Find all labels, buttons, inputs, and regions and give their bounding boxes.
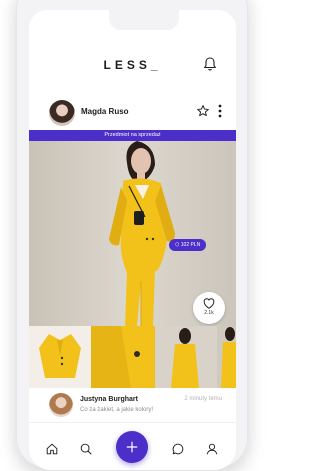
author-name[interactable]: Magda Ruso	[81, 107, 129, 116]
add-icon	[126, 441, 138, 453]
thumbnail-model[interactable]	[155, 326, 217, 388]
comment-text: Co za żakiet, a jakie kolory!	[80, 407, 154, 413]
like-count: 2.1k	[204, 310, 214, 316]
profile-icon[interactable]	[205, 442, 219, 456]
photo-thumbnails	[29, 326, 236, 388]
bell-icon[interactable]	[202, 56, 218, 72]
price-value: 102 PLN	[180, 242, 201, 248]
home-icon[interactable]	[45, 442, 59, 456]
star-icon[interactable]	[196, 104, 210, 118]
model-image	[155, 326, 217, 388]
app-header: LESS_	[29, 50, 236, 80]
for-sale-banner: Przedmiot na sprzedaż	[29, 130, 236, 141]
author-avatar[interactable]	[49, 100, 75, 126]
app-screen: LESS_ Magda Ruso Przedmiot na sprzedaż ⬡…	[29, 10, 236, 470]
commenter-name[interactable]: Justyna Burghart	[80, 396, 138, 403]
comment-row: Justyna Burghart 2 minuty temu Co za żak…	[29, 390, 236, 422]
commenter-avatar[interactable]	[49, 393, 73, 417]
thumbnail-detail[interactable]	[91, 326, 155, 388]
like-button[interactable]: 2.1k	[193, 292, 225, 324]
jacket-image	[39, 334, 81, 378]
thumbnail-jacket[interactable]	[29, 326, 91, 388]
more-options-icon[interactable]	[218, 104, 222, 118]
bottom-navigation	[29, 422, 236, 470]
thumbnail-side[interactable]	[217, 326, 236, 388]
add-button[interactable]	[116, 431, 148, 463]
post-author-bar: Magda Ruso	[29, 98, 236, 128]
detail-image	[91, 326, 155, 388]
chat-icon[interactable]	[171, 442, 185, 456]
heart-icon	[203, 298, 215, 309]
phone-notch	[109, 10, 179, 30]
comment-time: 2 minuty temu	[184, 396, 222, 402]
side-image	[217, 326, 236, 388]
search-icon[interactable]	[79, 442, 93, 456]
price-tag[interactable]: ⬡ 102 PLN	[169, 239, 207, 251]
